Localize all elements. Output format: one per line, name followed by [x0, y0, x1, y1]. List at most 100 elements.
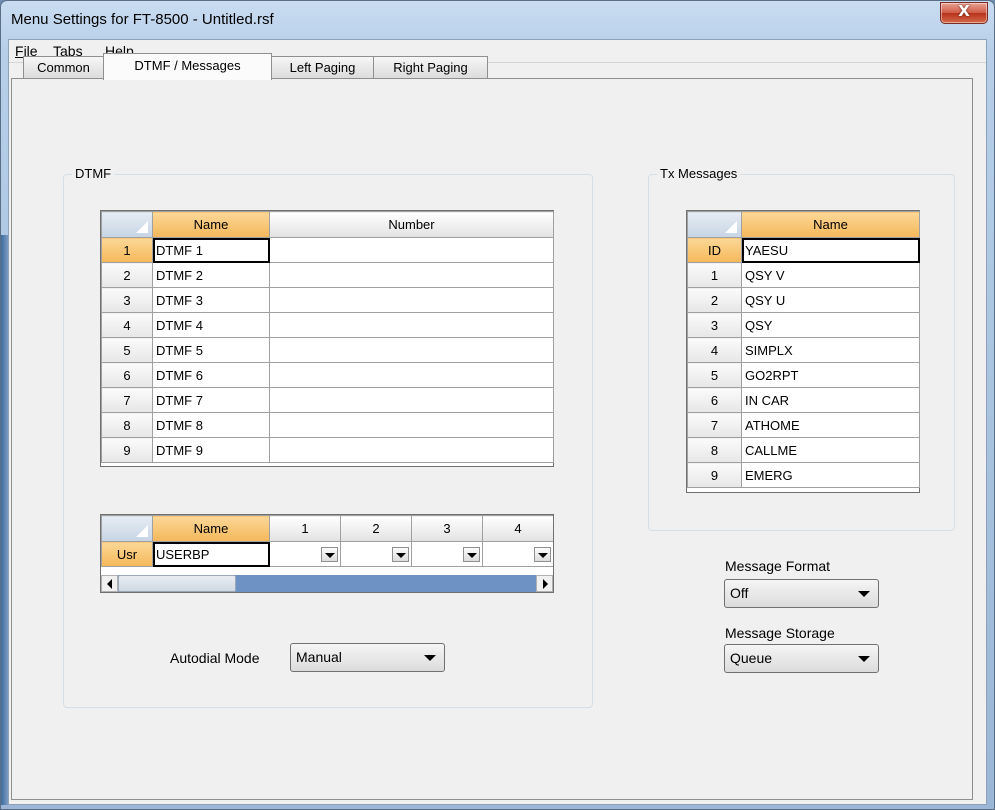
row-header[interactable]: 3 [101, 287, 153, 313]
row-header[interactable]: 9 [101, 437, 153, 463]
dtmf-header-name[interactable]: Name [152, 211, 270, 238]
user-table-corner[interactable] [101, 515, 153, 542]
tx-message-cell[interactable]: QSY V [741, 262, 920, 288]
tx-message-cell[interactable]: IN CAR [741, 387, 920, 413]
dtmf-number-cell[interactable] [269, 287, 554, 313]
user-header-4[interactable]: 4 [482, 515, 553, 542]
row-header[interactable]: 1 [101, 237, 153, 263]
dtmf-number-cell[interactable] [269, 387, 554, 413]
dtmf-name-cell[interactable]: DTMF 5 [152, 337, 270, 363]
table-row: 5 GO2RPT [687, 362, 920, 388]
user-header-2[interactable]: 2 [340, 515, 412, 542]
tx-message-cell[interactable]: QSY [741, 312, 920, 338]
tx-message-cell[interactable]: EMERG [741, 462, 920, 488]
tx-messages-group-label: Tx Messages [657, 166, 741, 181]
scroll-right-icon[interactable] [536, 575, 553, 592]
tx-message-cell[interactable]: SIMPLX [741, 337, 920, 363]
dtmf-name-cell[interactable]: DTMF 2 [152, 262, 270, 288]
dtmf-table-corner[interactable] [101, 211, 153, 238]
title-bar[interactable]: Menu Settings for FT-8500 - Untitled.rsf… [1, 1, 994, 39]
row-header[interactable]: 4 [101, 312, 153, 338]
dtmf-name-cell[interactable]: DTMF 8 [152, 412, 270, 438]
dtmf-number-cell[interactable] [269, 412, 554, 438]
close-icon: X [958, 2, 970, 20]
table-row: 9 EMERG [687, 462, 920, 488]
tab-left-paging[interactable]: Left Paging [271, 56, 374, 78]
chevron-down-icon[interactable] [463, 547, 480, 562]
row-header[interactable]: 8 [101, 412, 153, 438]
table-row: 3 DTMF 3 [101, 287, 554, 313]
autodial-mode-select[interactable]: Manual [290, 643, 445, 672]
tab-common[interactable]: Common [23, 56, 104, 78]
dtmf-name-cell[interactable]: DTMF 7 [152, 387, 270, 413]
row-header[interactable]: 8 [687, 437, 742, 463]
dtmf-group: DTMF Name Number 1 DTMF 1 2 DTMF 2 3 DTM… [63, 166, 593, 708]
tab-dtmf-messages[interactable]: DTMF / Messages [103, 53, 272, 80]
dtmf-header-number[interactable]: Number [269, 211, 554, 238]
row-header[interactable]: 1 [687, 262, 742, 288]
window-title: Menu Settings for FT-8500 - Untitled.rsf [11, 11, 274, 28]
row-header[interactable]: 7 [101, 387, 153, 413]
tx-header-name[interactable]: Name [741, 211, 920, 238]
row-header[interactable]: 6 [687, 387, 742, 413]
message-storage-select[interactable]: Queue [724, 644, 879, 673]
row-header[interactable]: 2 [687, 287, 742, 313]
tab-right-paging[interactable]: Right Paging [373, 56, 488, 78]
table-row: 1 QSY V [687, 262, 920, 288]
message-storage-label: Message Storage [725, 625, 835, 641]
chevron-down-icon[interactable] [534, 547, 551, 562]
dtmf-group-label: DTMF [72, 166, 115, 181]
tx-message-cell[interactable]: CALLME [741, 437, 920, 463]
row-header[interactable]: Usr [101, 541, 153, 567]
scrollbar-thumb[interactable] [118, 575, 236, 592]
row-header[interactable]: 9 [687, 462, 742, 488]
row-header[interactable]: ID [687, 237, 742, 263]
tx-message-cell[interactable]: ATHOME [741, 412, 920, 438]
chevron-down-icon [424, 655, 436, 661]
tx-message-cell[interactable]: GO2RPT [741, 362, 920, 388]
row-header[interactable]: 2 [101, 262, 153, 288]
chevron-down-icon[interactable] [392, 547, 409, 562]
user-tone-cell-1[interactable] [269, 541, 341, 567]
dtmf-name-cell[interactable]: DTMF 3 [152, 287, 270, 313]
dtmf-number-cell[interactable] [269, 362, 554, 388]
dtmf-number-cell[interactable] [269, 437, 554, 463]
horizontal-scrollbar[interactable] [101, 575, 553, 592]
user-header-1[interactable]: 1 [269, 515, 341, 542]
tx-message-cell[interactable]: YAESU [741, 237, 920, 263]
autodial-mode-value: Manual [296, 649, 342, 665]
dtmf-name-cell[interactable]: DTMF 1 [152, 237, 270, 263]
table-row: 4 DTMF 4 [101, 312, 554, 338]
message-storage-value: Queue [730, 650, 773, 666]
dtmf-number-cell[interactable] [269, 312, 554, 338]
message-format-value: Off [730, 585, 749, 601]
dtmf-name-cell[interactable]: DTMF 4 [152, 312, 270, 338]
close-button[interactable]: X [940, 2, 988, 24]
row-header[interactable]: 4 [687, 337, 742, 363]
table-row: 9 DTMF 9 [101, 437, 554, 463]
user-header-3[interactable]: 3 [411, 515, 483, 542]
row-header[interactable]: 5 [101, 337, 153, 363]
window-frame-edge [1, 235, 8, 805]
dtmf-number-cell[interactable] [269, 262, 554, 288]
message-format-label: Message Format [725, 558, 831, 574]
dtmf-name-cell[interactable]: DTMF 9 [152, 437, 270, 463]
table-row: 6 IN CAR [687, 387, 920, 413]
row-header[interactable]: 3 [687, 312, 742, 338]
row-header[interactable]: 7 [687, 412, 742, 438]
scroll-left-icon[interactable] [101, 575, 118, 592]
row-header[interactable]: 6 [101, 362, 153, 388]
user-tone-cell-2[interactable] [340, 541, 412, 567]
message-format-select[interactable]: Off [724, 579, 879, 608]
dtmf-number-cell[interactable] [269, 337, 554, 363]
row-header[interactable]: 5 [687, 362, 742, 388]
user-name-cell[interactable]: USERBP [152, 541, 270, 567]
dtmf-number-cell[interactable] [269, 237, 554, 263]
dtmf-name-cell[interactable]: DTMF 6 [152, 362, 270, 388]
tx-table-corner[interactable] [687, 211, 742, 238]
user-tone-cell-4[interactable] [482, 541, 553, 567]
user-tone-cell-3[interactable] [411, 541, 483, 567]
tx-message-cell[interactable]: QSY U [741, 287, 920, 313]
user-header-name[interactable]: Name [152, 515, 270, 542]
chevron-down-icon[interactable] [321, 547, 338, 562]
